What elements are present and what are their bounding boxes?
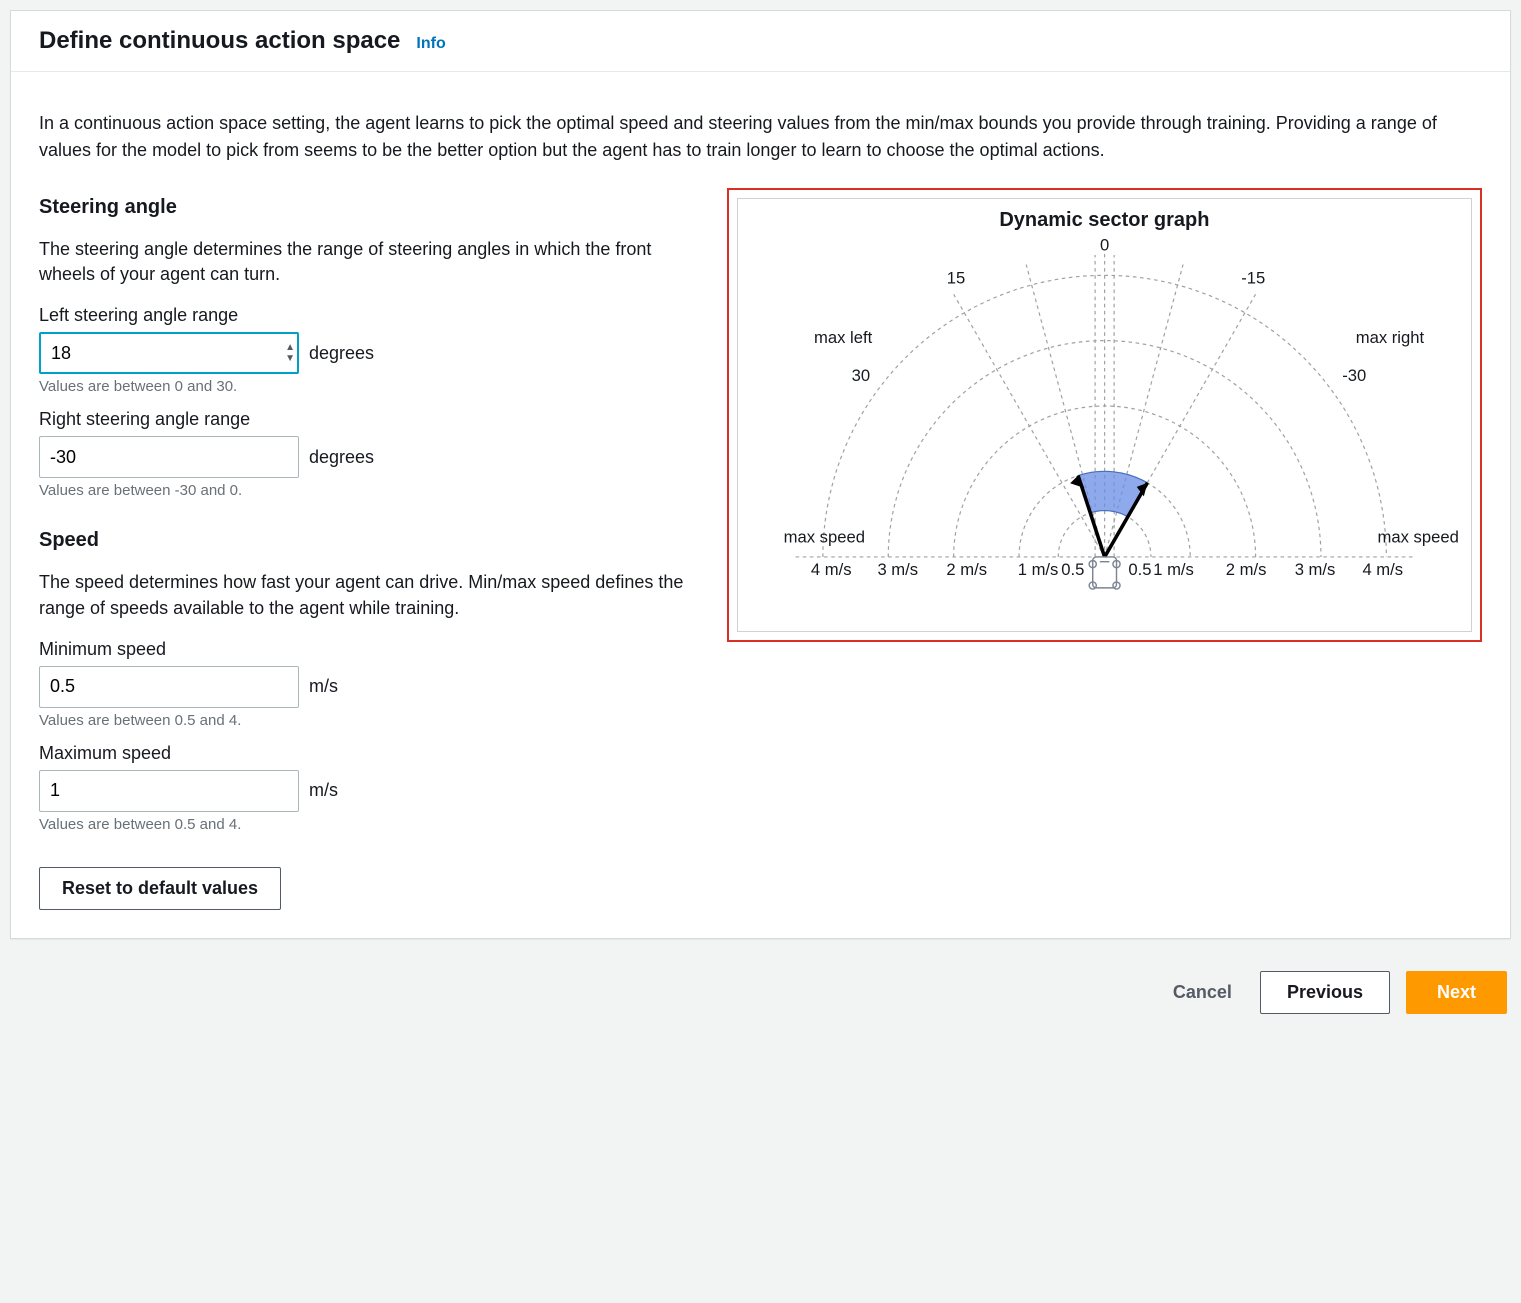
max-speed-label: Maximum speed [39,743,703,764]
svg-text:0: 0 [1100,236,1109,254]
svg-text:1 m/s: 1 m/s [1153,560,1194,579]
reset-button[interactable]: Reset to default values [39,867,281,910]
number-spinner[interactable]: ▲ ▼ [285,336,295,370]
max-speed-input[interactable] [39,770,299,812]
steering-heading: Steering angle [39,196,703,219]
svg-text:30: 30 [851,366,870,385]
chart-title: Dynamic sector graph [748,209,1461,232]
speed-heading: Speed [39,529,703,552]
steering-desc: The steering angle determines the range … [39,237,703,287]
svg-text:-15: -15 [1241,269,1265,288]
right-steering-input[interactable] [39,436,299,478]
max-speed-unit: m/s [309,780,338,801]
sector-graph: 0 15 -15 30 -30 max left max right max s… [748,236,1461,616]
svg-text:2 m/s: 2 m/s [1226,560,1267,579]
right-steering-field: Right steering angle range degrees Value… [39,409,703,499]
left-steering-label: Left steering angle range [39,305,703,326]
speed-desc: The speed determines how fast your agent… [39,570,703,620]
cancel-button[interactable]: Cancel [1161,972,1244,1013]
spinner-down-icon[interactable]: ▼ [285,354,295,364]
previous-button[interactable]: Previous [1260,971,1390,1014]
svg-text:max right: max right [1355,328,1424,347]
left-steering-input[interactable] [39,332,299,374]
svg-text:15: 15 [947,269,966,288]
left-steering-hint: Values are between 0 and 30. [39,378,703,395]
svg-text:max left: max left [814,328,873,347]
svg-text:max speed: max speed [1377,528,1458,547]
spinner-up-icon[interactable]: ▲ [285,343,295,353]
svg-text:1 m/s: 1 m/s [1017,560,1058,579]
left-steering-field: Left steering angle range ▲ ▼ degrees Va… [39,305,703,395]
svg-text:4 m/s: 4 m/s [811,560,852,579]
info-link[interactable]: Info [416,35,445,53]
svg-text:4 m/s: 4 m/s [1362,560,1403,579]
intro-text: In a continuous action space setting, th… [39,110,1482,164]
min-speed-field: Minimum speed m/s Values are between 0.5… [39,639,703,729]
svg-text:0.5: 0.5 [1061,560,1084,579]
right-steering-hint: Values are between -30 and 0. [39,482,703,499]
right-steering-unit: degrees [309,447,374,468]
svg-text:3 m/s: 3 m/s [877,560,918,579]
left-steering-unit: degrees [309,343,374,364]
svg-text:2 m/s: 2 m/s [946,560,987,579]
svg-text:-30: -30 [1342,366,1366,385]
next-button[interactable]: Next [1406,971,1507,1014]
svg-text:3 m/s: 3 m/s [1294,560,1335,579]
min-speed-input[interactable] [39,666,299,708]
wizard-footer: Cancel Previous Next [10,963,1511,1022]
car-icon [1089,557,1120,589]
min-speed-hint: Values are between 0.5 and 4. [39,712,703,729]
chart-highlight-box: Dynamic sector graph [727,188,1482,642]
page-title: Define continuous action space [39,27,400,55]
right-steering-label: Right steering angle range [39,409,703,430]
svg-text:0.5: 0.5 [1128,560,1151,579]
svg-text:max speed: max speed [783,528,864,547]
min-speed-label: Minimum speed [39,639,703,660]
min-speed-unit: m/s [309,676,338,697]
action-space-card: Define continuous action space Info In a… [10,10,1511,939]
chart-container: Dynamic sector graph [737,198,1472,632]
max-speed-hint: Values are between 0.5 and 4. [39,816,703,833]
max-speed-field: Maximum speed m/s Values are between 0.5… [39,743,703,833]
card-header: Define continuous action space Info [11,11,1510,72]
